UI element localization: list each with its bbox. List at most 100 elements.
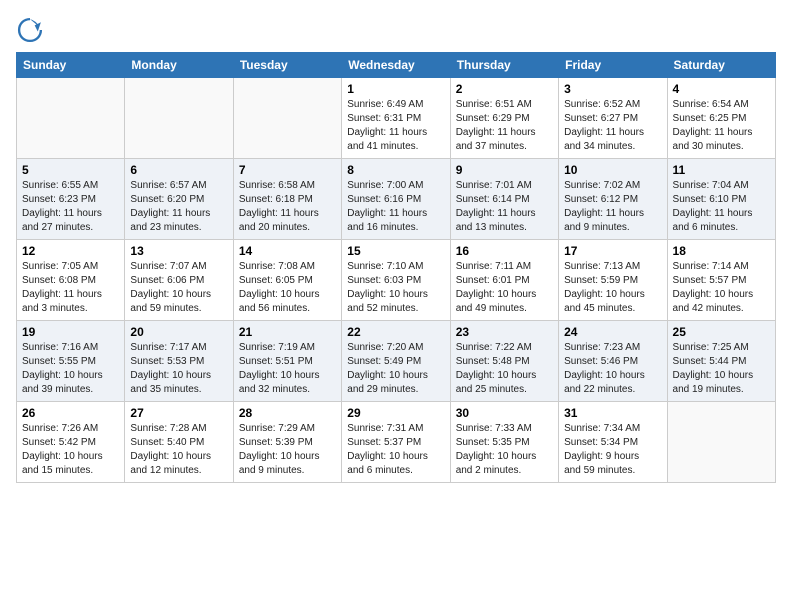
- day-number: 26: [22, 406, 119, 420]
- calendar-week-row: 26 Sunrise: 7:26 AM Sunset: 5:42 PM Dayli…: [17, 402, 776, 483]
- day-info: Sunrise: 7:19 AM Sunset: 5:51 PM Dayligh…: [239, 341, 336, 397]
- day-number: 17: [564, 244, 661, 258]
- day-number: 21: [239, 325, 336, 339]
- calendar-day-cell: 8 Sunrise: 7:00 AM Sunset: 6:16 PM Daylig…: [342, 159, 450, 240]
- calendar-day-cell: 20 Sunrise: 7:17 AM Sunset: 5:53 PM Dayli…: [125, 321, 233, 402]
- day-number: 19: [22, 325, 119, 339]
- calendar-day-cell: 21 Sunrise: 7:19 AM Sunset: 5:51 PM Dayli…: [233, 321, 341, 402]
- day-number: 7: [239, 163, 336, 177]
- day-of-week-header: Friday: [559, 53, 667, 78]
- calendar-day-cell: 1 Sunrise: 6:49 AM Sunset: 6:31 PM Daylig…: [342, 78, 450, 159]
- day-info: Sunrise: 7:31 AM Sunset: 5:37 PM Dayligh…: [347, 422, 444, 478]
- day-info: Sunrise: 7:00 AM Sunset: 6:16 PM Dayligh…: [347, 179, 444, 235]
- day-info: Sunrise: 7:07 AM Sunset: 6:06 PM Dayligh…: [130, 260, 227, 316]
- logo: [16, 16, 48, 44]
- day-info: Sunrise: 6:51 AM Sunset: 6:29 PM Dayligh…: [456, 98, 553, 154]
- day-number: 29: [347, 406, 444, 420]
- day-info: Sunrise: 6:58 AM Sunset: 6:18 PM Dayligh…: [239, 179, 336, 235]
- day-info: Sunrise: 7:10 AM Sunset: 6:03 PM Dayligh…: [347, 260, 444, 316]
- day-number: 2: [456, 82, 553, 96]
- day-info: Sunrise: 7:05 AM Sunset: 6:08 PM Dayligh…: [22, 260, 119, 316]
- calendar-day-cell: 26 Sunrise: 7:26 AM Sunset: 5:42 PM Dayli…: [17, 402, 125, 483]
- day-info: Sunrise: 6:54 AM Sunset: 6:25 PM Dayligh…: [673, 98, 770, 154]
- calendar-day-cell: [667, 402, 775, 483]
- day-info: Sunrise: 7:29 AM Sunset: 5:39 PM Dayligh…: [239, 422, 336, 478]
- calendar-day-cell: 28 Sunrise: 7:29 AM Sunset: 5:39 PM Dayli…: [233, 402, 341, 483]
- day-number: 22: [347, 325, 444, 339]
- day-info: Sunrise: 7:04 AM Sunset: 6:10 PM Dayligh…: [673, 179, 770, 235]
- day-of-week-header: Saturday: [667, 53, 775, 78]
- calendar-day-cell: [233, 78, 341, 159]
- logo-icon: [16, 16, 44, 44]
- day-info: Sunrise: 7:02 AM Sunset: 6:12 PM Dayligh…: [564, 179, 661, 235]
- day-number: 6: [130, 163, 227, 177]
- calendar-day-cell: 6Sunrise: 6:57 AM Sunset: 6:20 PM Daylig…: [125, 159, 233, 240]
- calendar-day-cell: 29 Sunrise: 7:31 AM Sunset: 5:37 PM Dayli…: [342, 402, 450, 483]
- calendar-day-cell: 7 Sunrise: 6:58 AM Sunset: 6:18 PM Daylig…: [233, 159, 341, 240]
- day-number: 11: [673, 163, 770, 177]
- calendar-day-cell: 9 Sunrise: 7:01 AM Sunset: 6:14 PM Daylig…: [450, 159, 558, 240]
- day-number: 1: [347, 82, 444, 96]
- day-of-week-header: Sunday: [17, 53, 125, 78]
- day-number: 20: [130, 325, 227, 339]
- calendar-day-cell: 22 Sunrise: 7:20 AM Sunset: 5:49 PM Dayli…: [342, 321, 450, 402]
- day-info: Sunrise: 7:25 AM Sunset: 5:44 PM Dayligh…: [673, 341, 770, 397]
- calendar-day-cell: 2 Sunrise: 6:51 AM Sunset: 6:29 PM Daylig…: [450, 78, 558, 159]
- day-info: Sunrise: 7:14 AM Sunset: 5:57 PM Dayligh…: [673, 260, 770, 316]
- calendar-day-cell: 14 Sunrise: 7:08 AM Sunset: 6:05 PM Dayli…: [233, 240, 341, 321]
- calendar-day-cell: 12 Sunrise: 7:05 AM Sunset: 6:08 PM Dayli…: [17, 240, 125, 321]
- calendar-day-cell: 10 Sunrise: 7:02 AM Sunset: 6:12 PM Dayli…: [559, 159, 667, 240]
- calendar-day-cell: 5 Sunrise: 6:55 AM Sunset: 6:23 PM Daylig…: [17, 159, 125, 240]
- day-number: 9: [456, 163, 553, 177]
- calendar-day-cell: 4 Sunrise: 6:54 AM Sunset: 6:25 PM Daylig…: [667, 78, 775, 159]
- day-of-week-header: Thursday: [450, 53, 558, 78]
- calendar-day-cell: 3Sunrise: 6:52 AM Sunset: 6:27 PM Daylig…: [559, 78, 667, 159]
- day-number: 15: [347, 244, 444, 258]
- calendar-day-cell: [17, 78, 125, 159]
- day-info: Sunrise: 7:22 AM Sunset: 5:48 PM Dayligh…: [456, 341, 553, 397]
- calendar-week-row: 12 Sunrise: 7:05 AM Sunset: 6:08 PM Dayli…: [17, 240, 776, 321]
- day-number: 12: [22, 244, 119, 258]
- day-number: 13: [130, 244, 227, 258]
- day-info: Sunrise: 7:20 AM Sunset: 5:49 PM Dayligh…: [347, 341, 444, 397]
- calendar-day-cell: 30 Sunrise: 7:33 AM Sunset: 5:35 PM Dayli…: [450, 402, 558, 483]
- day-number: 16: [456, 244, 553, 258]
- day-number: 30: [456, 406, 553, 420]
- day-number: 31: [564, 406, 661, 420]
- day-info: Sunrise: 7:08 AM Sunset: 6:05 PM Dayligh…: [239, 260, 336, 316]
- day-number: 28: [239, 406, 336, 420]
- day-info: Sunrise: 6:52 AM Sunset: 6:27 PM Dayligh…: [564, 98, 661, 154]
- page-header: [16, 16, 776, 44]
- day-of-week-header: Monday: [125, 53, 233, 78]
- calendar-day-cell: 25 Sunrise: 7:25 AM Sunset: 5:44 PM Dayli…: [667, 321, 775, 402]
- day-info: Sunrise: 7:11 AM Sunset: 6:01 PM Dayligh…: [456, 260, 553, 316]
- calendar-day-cell: 11 Sunrise: 7:04 AM Sunset: 6:10 PM Dayli…: [667, 159, 775, 240]
- day-info: Sunrise: 7:33 AM Sunset: 5:35 PM Dayligh…: [456, 422, 553, 478]
- calendar-day-cell: [125, 78, 233, 159]
- day-info: Sunrise: 6:49 AM Sunset: 6:31 PM Dayligh…: [347, 98, 444, 154]
- day-number: 14: [239, 244, 336, 258]
- calendar-day-cell: 16 Sunrise: 7:11 AM Sunset: 6:01 PM Dayli…: [450, 240, 558, 321]
- calendar: SundayMondayTuesdayWednesdayThursdayFrid…: [16, 52, 776, 483]
- calendar-day-cell: 24Sunrise: 7:23 AM Sunset: 5:46 PM Dayli…: [559, 321, 667, 402]
- day-info: Sunrise: 7:26 AM Sunset: 5:42 PM Dayligh…: [22, 422, 119, 478]
- day-number: 4: [673, 82, 770, 96]
- day-number: 5: [22, 163, 119, 177]
- day-info: Sunrise: 6:55 AM Sunset: 6:23 PM Dayligh…: [22, 179, 119, 235]
- day-number: 23: [456, 325, 553, 339]
- calendar-day-cell: 23 Sunrise: 7:22 AM Sunset: 5:48 PM Dayli…: [450, 321, 558, 402]
- day-number: 8: [347, 163, 444, 177]
- calendar-day-cell: 18Sunrise: 7:14 AM Sunset: 5:57 PM Dayli…: [667, 240, 775, 321]
- day-of-week-header: Wednesday: [342, 53, 450, 78]
- day-info: Sunrise: 7:16 AM Sunset: 5:55 PM Dayligh…: [22, 341, 119, 397]
- calendar-day-cell: 27Sunrise: 7:28 AM Sunset: 5:40 PM Dayli…: [125, 402, 233, 483]
- day-of-week-header: Tuesday: [233, 53, 341, 78]
- day-info: Sunrise: 7:23 AM Sunset: 5:46 PM Dayligh…: [564, 341, 661, 397]
- calendar-day-cell: 17 Sunrise: 7:13 AM Sunset: 5:59 PM Dayli…: [559, 240, 667, 321]
- day-info: Sunrise: 7:13 AM Sunset: 5:59 PM Dayligh…: [564, 260, 661, 316]
- day-info: Sunrise: 7:01 AM Sunset: 6:14 PM Dayligh…: [456, 179, 553, 235]
- day-number: 10: [564, 163, 661, 177]
- day-info: Sunrise: 7:28 AM Sunset: 5:40 PM Dayligh…: [130, 422, 227, 478]
- day-info: Sunrise: 7:17 AM Sunset: 5:53 PM Dayligh…: [130, 341, 227, 397]
- day-number: 25: [673, 325, 770, 339]
